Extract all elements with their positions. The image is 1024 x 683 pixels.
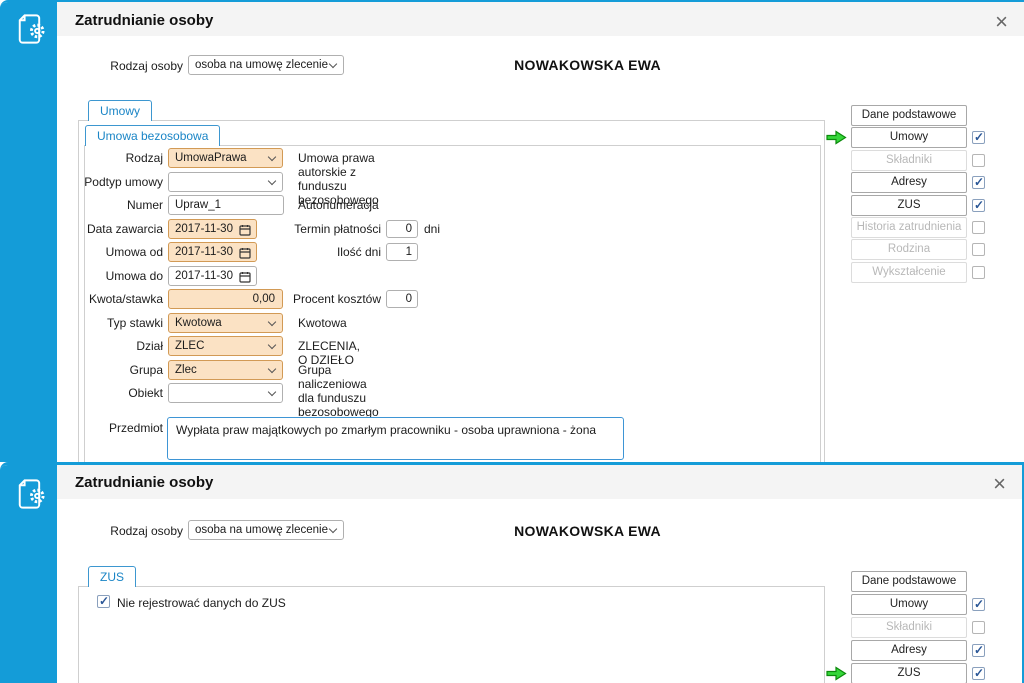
sidebar-button-zus[interactable]: ZUS bbox=[851, 663, 967, 683]
screen: Zatrudnianie osoby × Rodzaj osoby osoba … bbox=[0, 0, 1024, 683]
window-employment-umowy: Zatrudnianie osoby × Rodzaj osoby osoba … bbox=[0, 0, 1024, 462]
zus-no-register-checkbox[interactable] bbox=[97, 594, 110, 608]
chevron-down-icon bbox=[267, 364, 277, 374]
chevron-down-icon bbox=[328, 524, 338, 534]
przedmiot-textarea[interactable]: Wypłata praw majątkowych po zmarłym prac… bbox=[167, 417, 624, 460]
person-type-label: Rodzaj osoby bbox=[110, 524, 183, 538]
zus-no-register-label: Nie rejestrować danych do ZUS bbox=[117, 596, 286, 610]
grupa-select[interactable]: Zlec bbox=[168, 360, 283, 380]
sidebar-button-umowy[interactable]: Umowy bbox=[851, 127, 967, 148]
sidebar-button-zus[interactable]: ZUS bbox=[851, 195, 967, 216]
sidebar-checkbox-wyksztalcenie[interactable] bbox=[972, 266, 985, 279]
podtyp-umowy-label: Podtyp umowy bbox=[84, 175, 163, 189]
sidebar-button-historia-zatrudnienia: Historia zatrudnienia bbox=[851, 217, 967, 238]
window-title: Zatrudnianie osoby bbox=[75, 474, 214, 491]
termin-platnosci-suffix: dni bbox=[424, 222, 441, 236]
sidebar-checkbox-umowy[interactable] bbox=[972, 130, 985, 144]
sidebar-checkbox-zus[interactable] bbox=[972, 198, 985, 212]
person-type-select[interactable]: osoba na umowę zlecenie bbox=[188, 520, 344, 540]
obiekt-label: Obiekt bbox=[128, 386, 163, 400]
przedmiot-label: Przedmiot bbox=[108, 421, 163, 435]
numer-input[interactable]: Upraw_1 bbox=[168, 195, 284, 215]
typ-stawki-caption: Kwotowa bbox=[298, 316, 347, 330]
window-title: Zatrudnianie osoby bbox=[75, 12, 214, 29]
active-section-arrow bbox=[826, 666, 847, 681]
procent-kosztow-input[interactable]: 0 bbox=[386, 290, 418, 308]
window-employment-zus: Zatrudnianie osoby × Rodzaj osoby osoba … bbox=[0, 462, 1024, 683]
window-icon-column bbox=[0, 465, 57, 683]
sidebar-checkbox-skladniki[interactable] bbox=[972, 154, 985, 167]
ilosc-dni-input[interactable]: 1 bbox=[386, 243, 418, 261]
dzial-select[interactable]: ZLEC bbox=[168, 336, 283, 356]
sidebar-button-skladniki: Składniki bbox=[851, 150, 967, 171]
rodzaj-select[interactable]: UmowaPrawa bbox=[168, 148, 283, 168]
numer-label: Numer bbox=[126, 198, 163, 212]
sidebar-checkbox-zus[interactable] bbox=[972, 666, 985, 680]
sidebar-button-wyksztalcenie: Wykształcenie bbox=[851, 262, 967, 283]
termin-platnosci-input[interactable]: 0 bbox=[386, 220, 418, 238]
sidebar-checkbox-adresy[interactable] bbox=[972, 175, 985, 189]
sidebar-button-skladniki: Składniki bbox=[851, 617, 967, 638]
data-zawarcia-label: Data zawarcia bbox=[86, 222, 163, 236]
sidebar-button-dane-podstawowe[interactable]: Dane podstawowe bbox=[851, 571, 967, 592]
close-icon[interactable]: × bbox=[993, 468, 1006, 500]
tab-umowy[interactable]: Umowy bbox=[88, 100, 153, 122]
person-type-select[interactable]: osoba na umowę zlecenie bbox=[188, 55, 344, 75]
sidebar-button-adresy[interactable]: Adresy bbox=[851, 640, 967, 661]
tab-zus[interactable]: ZUS bbox=[88, 566, 136, 588]
sidebar-checkbox-historia-zatrudnienia[interactable] bbox=[972, 221, 985, 234]
sidebar-button-adresy[interactable]: Adresy bbox=[851, 172, 967, 193]
calendar-icon bbox=[239, 272, 251, 283]
document-gear-icon bbox=[18, 479, 45, 509]
podtyp-umowy-select[interactable] bbox=[168, 172, 283, 192]
close-icon[interactable]: × bbox=[995, 6, 1008, 38]
pointer-arrow-icon bbox=[826, 666, 847, 681]
sidebar-button-rodzina: Rodzina bbox=[851, 239, 967, 260]
person-name: NOWAKOWSKA EWA bbox=[514, 523, 661, 539]
sidebar-button-dane-podstawowe[interactable]: Dane podstawowe bbox=[851, 105, 967, 126]
chevron-down-icon bbox=[328, 59, 338, 69]
rodzaj-label: Rodzaj bbox=[125, 151, 163, 165]
person-type-label: Rodzaj osoby bbox=[110, 59, 183, 73]
numer-caption: Autonumeracja bbox=[298, 198, 379, 212]
ilosc-dni-label: Ilość dni bbox=[336, 245, 381, 259]
umowa-od-label: Umowa od bbox=[105, 245, 163, 259]
procent-kosztow-label: Procent kosztów bbox=[292, 292, 381, 306]
active-section-arrow bbox=[826, 130, 847, 145]
umowa-do-label: Umowa do bbox=[105, 269, 163, 283]
sidebar-checkbox-umowy[interactable] bbox=[972, 597, 985, 611]
document-gear-icon bbox=[18, 14, 45, 44]
obiekt-select[interactable] bbox=[168, 383, 283, 403]
chevron-down-icon bbox=[267, 152, 277, 162]
sidebar-checkbox-adresy[interactable] bbox=[972, 643, 985, 657]
person-name: NOWAKOWSKA EWA bbox=[514, 57, 661, 73]
sidebar-checkbox-rodzina[interactable] bbox=[972, 243, 985, 256]
termin-platnosci-label: Termin płatności bbox=[294, 222, 381, 236]
sidebar-button-umowy[interactable]: Umowy bbox=[851, 594, 967, 615]
dzial-label: Dział bbox=[136, 339, 163, 353]
pointer-arrow-icon bbox=[826, 130, 847, 145]
umowa-do-input[interactable]: 2017-11-30 bbox=[168, 266, 257, 286]
chevron-down-icon bbox=[267, 340, 277, 350]
typ-stawki-select[interactable]: Kwotowa bbox=[168, 313, 283, 333]
sidebar-checkbox-skladniki[interactable] bbox=[972, 621, 985, 634]
typ-stawki-label: Typ stawki bbox=[106, 316, 163, 330]
kwota-stawka-label: Kwota/stawka bbox=[88, 292, 163, 306]
chevron-down-icon bbox=[267, 387, 277, 397]
chevron-down-icon bbox=[267, 176, 277, 186]
grupa-label: Grupa bbox=[129, 363, 163, 377]
tab-umowa-bezosobowa[interactable]: Umowa bezosobowa bbox=[85, 125, 221, 147]
chevron-down-icon bbox=[267, 317, 277, 327]
